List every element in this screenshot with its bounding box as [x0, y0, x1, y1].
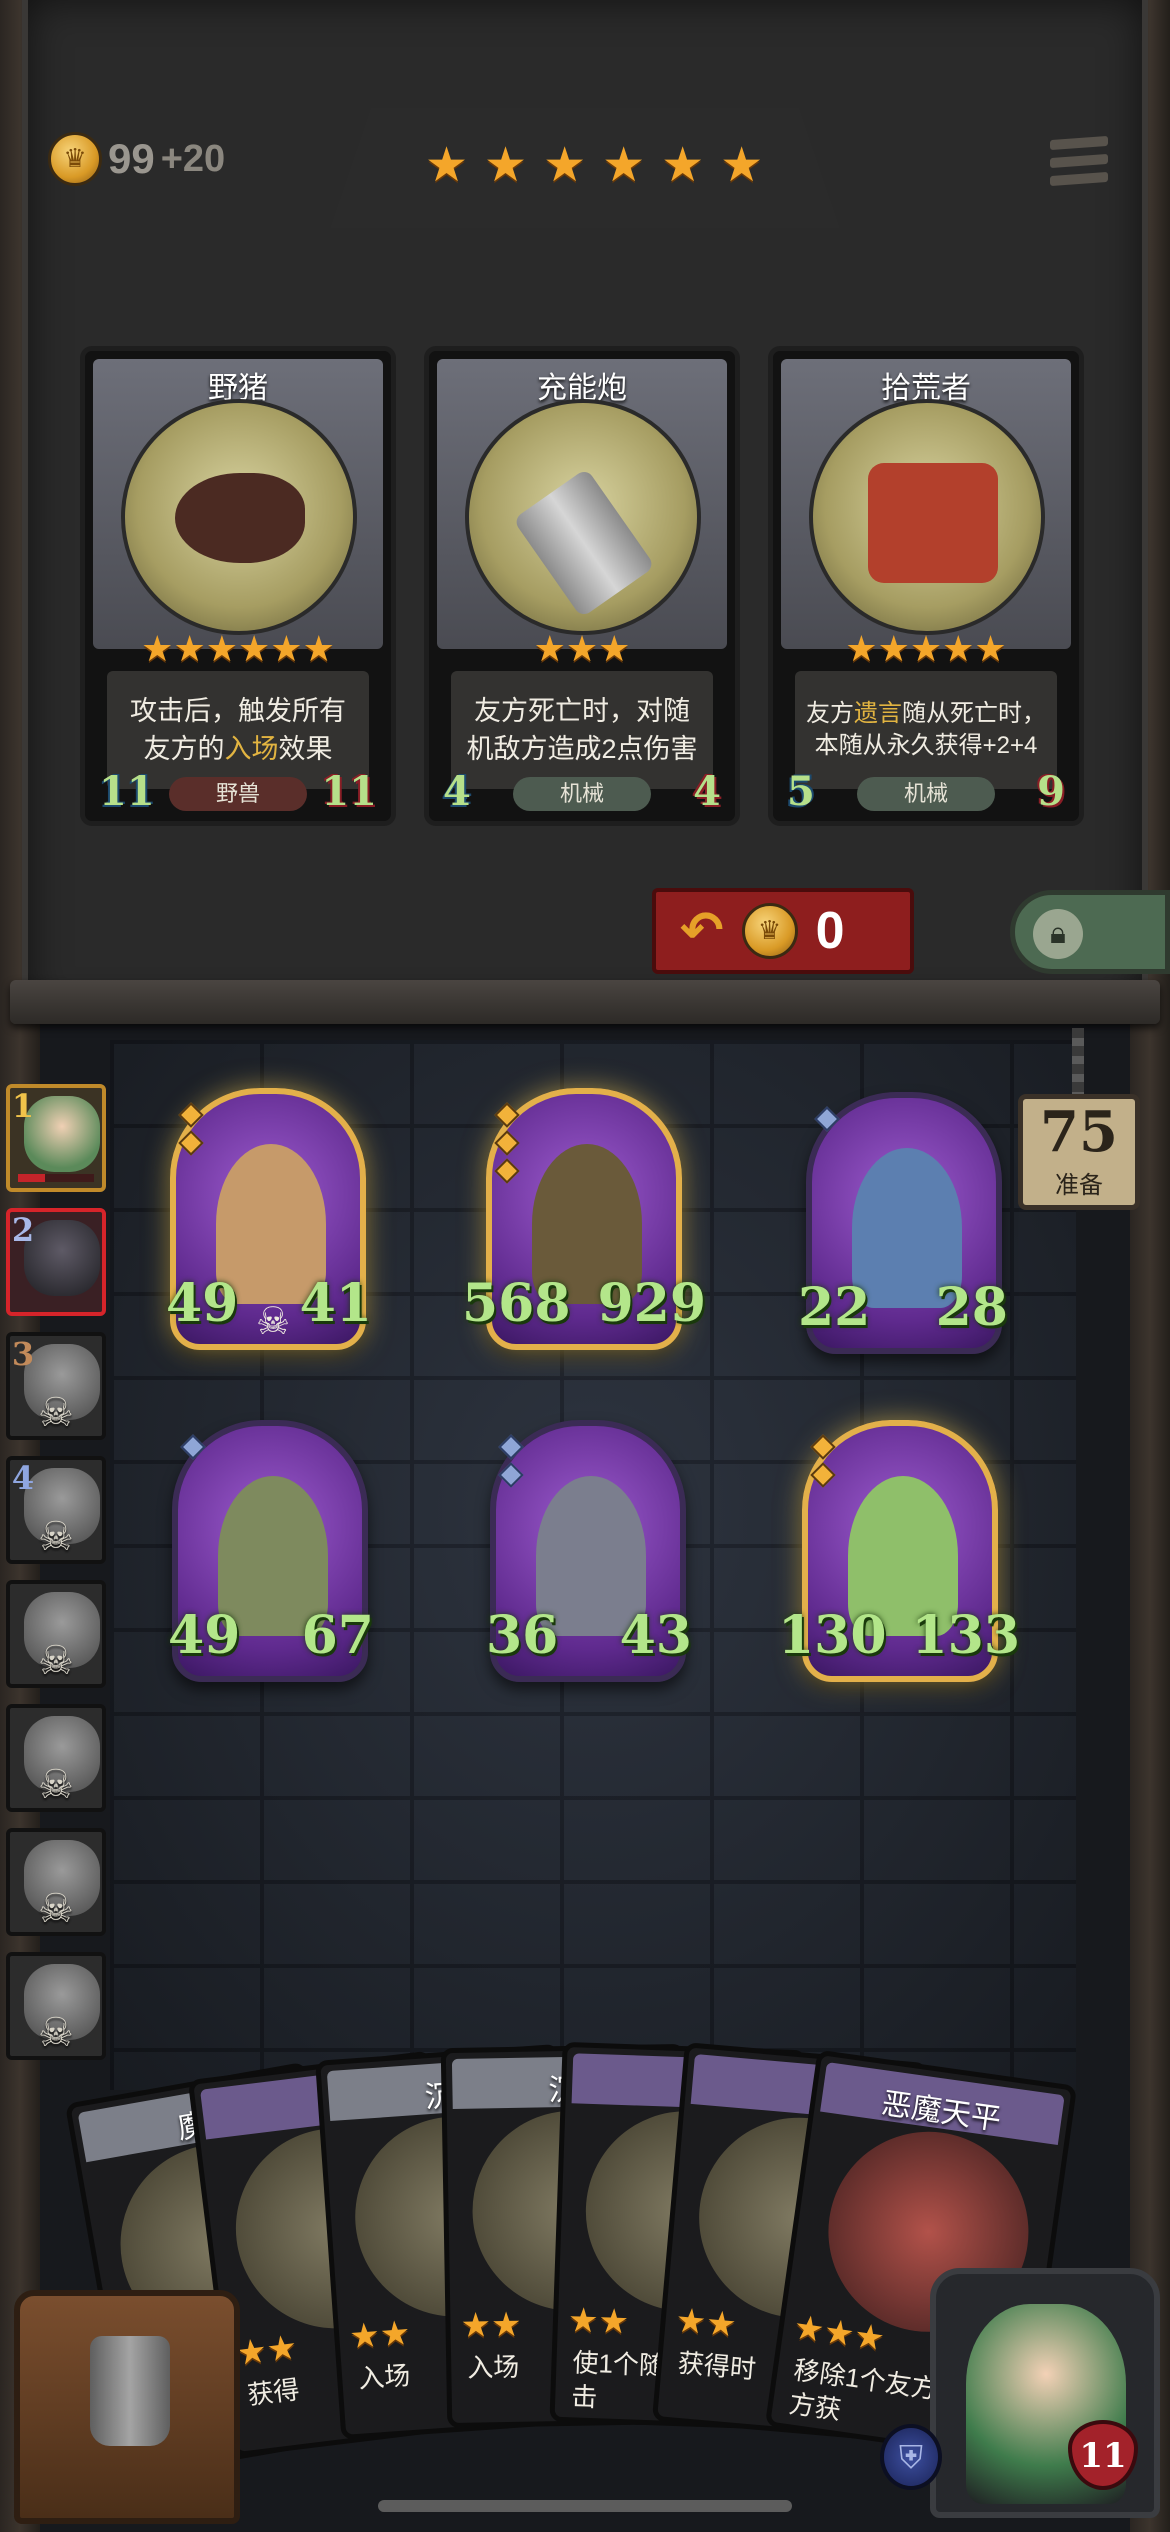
gold-value: 99: [108, 135, 155, 182]
gem-icon: [494, 1158, 520, 1184]
menu-icon: [1050, 135, 1108, 151]
board-minion[interactable]: 36 43: [486, 1420, 692, 1682]
skull-icon: ☠: [38, 1639, 74, 1683]
health-bar: [18, 1174, 94, 1182]
opponent-avatar[interactable]: ☠: [6, 1952, 106, 2060]
board-minion[interactable]: 49 67: [168, 1420, 374, 1682]
skull-icon: ☠: [256, 1301, 291, 1343]
attack-value: 36: [486, 1605, 559, 1666]
hero-portrait[interactable]: [930, 2268, 1160, 2518]
health-value: 9: [1037, 768, 1065, 815]
shield-icon[interactable]: ⛨: [880, 2424, 942, 2490]
health-value: 43: [619, 1605, 692, 1666]
star-icon: ★: [720, 139, 764, 192]
gold-income: +20: [160, 137, 226, 180]
keyword-highlight: 入场: [224, 734, 279, 764]
coin-icon: [48, 132, 102, 186]
rank-badge: 2: [11, 1211, 35, 1249]
health-value: 929: [597, 1273, 706, 1334]
tavern-tier-stars: ★ ★ ★ ★ ★ ★: [425, 142, 763, 190]
lock-shop-button[interactable]: 🔒︎: [1010, 890, 1170, 974]
health-value: 28: [935, 1277, 1008, 1338]
gem-icon: [494, 1130, 520, 1156]
refresh-icon: ↶: [680, 902, 724, 960]
refresh-button[interactable]: ↶ 0: [652, 888, 914, 974]
rank-badge: 1: [11, 1087, 35, 1125]
opponent-avatar[interactable]: ☠: [6, 1704, 106, 1812]
lock-icon: 🔒︎: [1033, 909, 1083, 959]
shop-card[interactable]: 拾荒者 ★★★★★ 友方遗言随从死亡时，本随从永久获得+2+4 机械 5 9: [768, 346, 1084, 826]
star-icon: ★: [425, 139, 469, 192]
rank-badge: 4: [11, 1459, 35, 1497]
tribe-badge: 机械: [857, 777, 995, 811]
star-icon: ★: [484, 139, 528, 192]
refresh-cost: 0: [815, 902, 845, 960]
shop-card[interactable]: 野猪 ★★★★★★ 攻击后，触发所有友方的入场效果 野兽 11 11: [80, 346, 396, 826]
potion-chest[interactable]: [14, 2290, 240, 2524]
board-minion[interactable]: 568 929: [462, 1088, 706, 1350]
health-value: 41: [299, 1273, 372, 1334]
menu-button[interactable]: [1050, 135, 1108, 194]
gem-icon: [498, 1462, 524, 1488]
scavenger-art: [809, 399, 1045, 635]
card-description: 友方死亡时，对随机敌方造成2点伤害: [451, 671, 713, 789]
attack-value: 4: [443, 768, 471, 815]
star-icon: ★: [602, 139, 646, 192]
gem-icon: [178, 1130, 204, 1156]
opponent-avatar[interactable]: ☠: [6, 1580, 106, 1688]
rank-badge: 3: [11, 1335, 35, 1373]
coin-icon: [741, 903, 798, 959]
attack-value: 5: [787, 768, 815, 815]
card-stars: ★★★★★: [845, 628, 1007, 669]
home-indicator[interactable]: [378, 2500, 792, 2512]
star-icon: ★: [543, 139, 587, 192]
skull-icon: ☠: [38, 1887, 74, 1931]
board-minion[interactable]: ☠ 49 41: [166, 1088, 372, 1350]
opponent-avatar[interactable]: 1: [6, 1084, 106, 1192]
attack-value: 49: [166, 1273, 239, 1334]
boar-art: [121, 399, 357, 635]
health-value: 67: [301, 1605, 374, 1666]
opponent-avatar[interactable]: ☠ 3: [6, 1332, 106, 1440]
opponent-avatar[interactable]: 2: [6, 1208, 106, 1316]
health-value: 133: [911, 1605, 1020, 1666]
ready-count: 75: [1040, 1099, 1118, 1165]
card-stars: ★★★★★★: [141, 628, 335, 669]
ready-timer[interactable]: 75 准备: [1018, 1094, 1140, 1210]
board-minion[interactable]: 130 133: [778, 1420, 1020, 1682]
skull-icon: ☠: [38, 1391, 74, 1435]
cannon-art: [465, 399, 701, 635]
gem-icon: [810, 1462, 836, 1488]
skull-icon: ☠: [38, 2011, 74, 2055]
attack-value: 49: [168, 1605, 241, 1666]
skull-icon: ☠: [38, 1763, 74, 1807]
attack-value: 568: [462, 1273, 571, 1334]
gold-display: 99 +20: [48, 132, 225, 186]
ready-label: 准备: [1055, 1172, 1103, 1199]
tribe-badge: 机械: [513, 777, 651, 811]
tribe-badge: 野兽: [169, 777, 307, 811]
health-value: 4: [693, 768, 721, 815]
attack-value: 130: [778, 1605, 887, 1666]
star-icon: ★: [661, 139, 705, 192]
opponent-avatar[interactable]: ☠ 4: [6, 1456, 106, 1564]
card-description: 友方遗言随从死亡时，本随从永久获得+2+4: [795, 671, 1057, 789]
card-stars: ★★★: [533, 628, 631, 669]
health-value: 11: [321, 768, 377, 815]
attack-value: 11: [99, 768, 155, 815]
shop-card[interactable]: 充能炮 ★★★ 友方死亡时，对随机敌方造成2点伤害 机械 4 4: [424, 346, 740, 826]
shop-bottom-bar: [10, 980, 1160, 1024]
attack-value: 22: [798, 1277, 871, 1338]
board-minion[interactable]: 22 28: [798, 1092, 1008, 1354]
opponent-avatar[interactable]: ☠: [6, 1828, 106, 1936]
skull-icon: ☠: [38, 1515, 74, 1559]
chain-decoration: [1072, 1028, 1084, 1094]
potion-icon: [90, 2336, 170, 2446]
keyword-highlight: 遗言: [854, 700, 902, 727]
